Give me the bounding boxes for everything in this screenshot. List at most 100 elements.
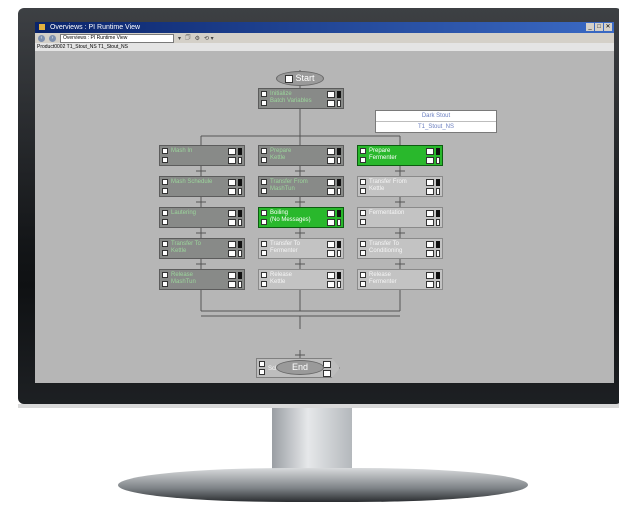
status-indicator <box>323 370 331 377</box>
step-release-kettle[interactable]: Release Kettle <box>258 269 344 290</box>
back-button[interactable]: ‹ <box>38 34 45 42</box>
step-checkbox[interactable] <box>261 219 267 225</box>
step-checkbox[interactable] <box>261 100 267 106</box>
step-checkbox[interactable] <box>162 157 168 163</box>
step-checkbox[interactable] <box>261 241 267 247</box>
step-checkbox[interactable] <box>259 369 265 375</box>
step-checkbox[interactable] <box>162 188 168 194</box>
step-lautering[interactable]: Lautering <box>159 207 245 228</box>
step-boiling[interactable]: Boiling (No Messages) <box>258 207 344 228</box>
step-checkbox[interactable] <box>162 281 168 287</box>
step-checkbox[interactable] <box>360 188 366 194</box>
step-checkbox[interactable] <box>162 241 168 247</box>
dropdown-arrow-icon[interactable]: ▾ <box>178 35 181 42</box>
step-checkbox[interactable] <box>261 157 267 163</box>
close-button[interactable]: ✕ <box>604 23 612 31</box>
status-indicator <box>327 241 335 248</box>
step-checkbox[interactable] <box>261 91 267 97</box>
start-checkbox[interactable] <box>285 74 294 83</box>
step-checkbox[interactable] <box>162 179 168 185</box>
status-indicator <box>426 241 434 248</box>
step-label: Fermentation <box>369 210 405 216</box>
status-indicator <box>426 281 434 288</box>
step-prepare-kettle[interactable]: Prepare Kettle <box>258 145 344 166</box>
step-checkbox[interactable] <box>360 148 366 154</box>
status-bar-icon <box>238 272 242 279</box>
status-indicator <box>426 250 434 257</box>
step-mash-schedule[interactable]: Mash Schedule <box>159 176 245 197</box>
step-transfer-to-kettle[interactable]: Transfer To Kettle <box>159 238 245 259</box>
end-terminal[interactable]: End <box>276 360 324 375</box>
refresh-icon[interactable]: ⟲ ▾ <box>204 35 214 42</box>
save-icon[interactable]: 🗇 <box>185 33 191 43</box>
step-transfer-from-mashtun[interactable]: Transfer From MashTun <box>258 176 344 197</box>
step-checkbox[interactable] <box>360 272 366 278</box>
monitor-bottom-edge <box>18 404 619 408</box>
step-checkbox[interactable] <box>162 219 168 225</box>
window-titlebar[interactable]: Overviews : PI Runtime View _ □ ✕ <box>35 22 614 33</box>
step-initialize[interactable]: Initialize Batch Variables <box>258 88 344 109</box>
minimize-button[interactable]: _ <box>586 23 594 31</box>
status-bar-icon <box>238 210 242 217</box>
step-checkbox[interactable] <box>261 179 267 185</box>
step-label: Mash In <box>171 148 193 154</box>
step-checkbox[interactable] <box>360 219 366 225</box>
step-checkbox[interactable] <box>162 250 168 256</box>
status-box-icon <box>337 188 341 195</box>
status-box-icon <box>238 188 242 195</box>
step-checkbox[interactable] <box>259 361 265 367</box>
address-dropdown[interactable]: Overviews : PI Runtime View <box>60 33 174 43</box>
status-indicator <box>327 157 335 164</box>
status-box-icon <box>337 219 341 226</box>
step-checkbox[interactable] <box>360 241 366 247</box>
step-label: Prepare Kettle <box>270 148 292 161</box>
step-checkbox[interactable] <box>360 179 366 185</box>
step-transfer-to-fermenter[interactable]: Transfer To Fermenter <box>258 238 344 259</box>
step-mash-in[interactable]: Mash In <box>159 145 245 166</box>
status-box-icon <box>337 281 341 288</box>
step-checkbox[interactable] <box>360 250 366 256</box>
maximize-button[interactable]: □ <box>595 23 603 31</box>
status-bar-icon <box>337 241 341 248</box>
step-checkbox[interactable] <box>360 281 366 287</box>
step-checkbox[interactable] <box>162 272 168 278</box>
status-indicator <box>426 210 434 217</box>
step-transfer-from-kettle[interactable]: Transfer From Kettle <box>357 176 443 197</box>
status-indicator <box>327 250 335 257</box>
status-box-icon <box>337 157 341 164</box>
start-terminal[interactable]: Start <box>276 71 324 86</box>
step-checkbox[interactable] <box>360 210 366 216</box>
app-icon <box>39 24 45 31</box>
step-release-mashtun[interactable]: Release MashTun <box>159 269 245 290</box>
step-fermentation[interactable]: Fermentation <box>357 207 443 228</box>
step-transfer-to-conditioning[interactable]: Transfer To Conditioning <box>357 238 443 259</box>
status-box-icon <box>238 281 242 288</box>
step-release-fermenter[interactable]: Release Fermenter <box>357 269 443 290</box>
step-label: Release MashTun <box>171 272 196 285</box>
status-bar-icon <box>337 179 341 186</box>
step-checkbox[interactable] <box>261 148 267 154</box>
status-box-icon <box>436 188 440 195</box>
sfc-canvas: Start Dark Stout T1_Stout_NS Initialize B… <box>35 51 614 383</box>
status-bar-icon <box>238 179 242 186</box>
end-label: End <box>291 362 308 372</box>
settings-icon[interactable]: ⚙ <box>195 35 200 42</box>
forward-button[interactable]: › <box>49 34 56 42</box>
step-checkbox[interactable] <box>261 281 267 287</box>
step-checkbox[interactable] <box>162 148 168 154</box>
step-label: Release Fermenter <box>369 272 397 285</box>
step-checkbox[interactable] <box>261 188 267 194</box>
status-bar-icon <box>436 148 440 155</box>
step-checkbox[interactable] <box>261 210 267 216</box>
status-bar-icon <box>238 241 242 248</box>
status-indicator <box>426 219 434 226</box>
status-box-icon <box>436 281 440 288</box>
step-checkbox[interactable] <box>261 272 267 278</box>
step-checkbox[interactable] <box>261 250 267 256</box>
step-checkbox[interactable] <box>360 157 366 163</box>
status-indicator <box>327 179 335 186</box>
step-checkbox[interactable] <box>162 210 168 216</box>
status-bar-icon <box>337 210 341 217</box>
step-prepare-fermenter[interactable]: Prepare Fermenter <box>357 145 443 166</box>
status-indicator <box>228 250 236 257</box>
